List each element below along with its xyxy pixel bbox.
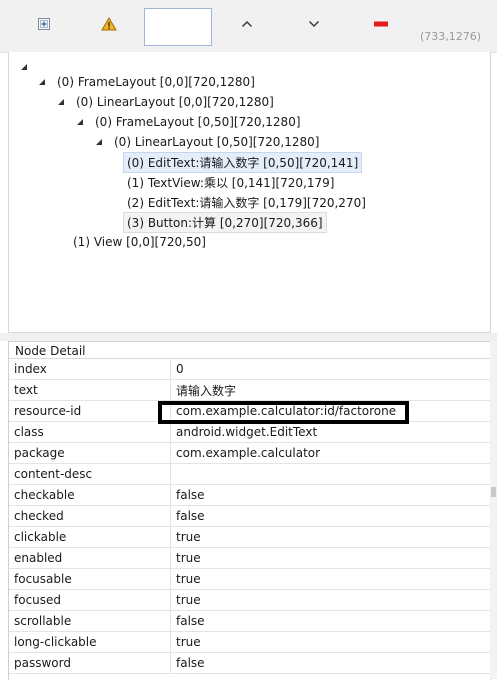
property-key: long-clickable (9, 631, 171, 653)
property-row[interactable]: text 请输入数字 (9, 379, 494, 401)
property-row[interactable]: package com.example.calculator (9, 442, 494, 464)
expand-all-icon (38, 18, 50, 30)
property-key: index (9, 359, 171, 380)
minus-icon (374, 21, 388, 27)
expanded-arrow-icon[interactable] (56, 97, 66, 107)
tree-node-label[interactable]: (0) FrameLayout [0,0][720,1280] (53, 73, 259, 91)
tree-node[interactable]: (1) View [0,0][720,50] (69, 233, 210, 251)
toolbar: (733,1276) (0, 0, 497, 53)
expanded-arrow-icon[interactable] (75, 117, 85, 127)
chevron-down-icon (309, 21, 319, 27)
property-row[interactable]: focusable true (9, 568, 494, 590)
property-row[interactable]: checkable false (9, 484, 494, 506)
property-row[interactable]: focused true (9, 589, 494, 611)
clear-button[interactable] (367, 10, 395, 38)
property-row[interactable]: content-desc (9, 463, 494, 485)
property-row[interactable]: index 0 (9, 359, 494, 380)
property-value: android.widget.EditText (170, 421, 494, 443)
tree-node-label[interactable]: (1) TextView:乘以 [0,141][720,179] (123, 172, 338, 193)
property-key: class (9, 421, 171, 443)
property-row[interactable]: long-clickable true (9, 631, 494, 653)
property-value: false (170, 505, 494, 527)
node-detail-title: Node Detail (15, 344, 86, 358)
tree-node-label[interactable]: (2) EditText:请输入数字 [0,179][720,270] (123, 192, 370, 213)
detail-scrollbar[interactable] (490, 341, 497, 679)
property-row[interactable]: password false (9, 652, 494, 674)
property-row[interactable]: scrollable false (9, 610, 494, 632)
property-value: true (170, 526, 494, 548)
property-key: focusable (9, 568, 171, 590)
node-detail-panel: Node Detail index 0 text 请输入数字 resource-id… (8, 341, 494, 680)
tree-node-label[interactable]: (0) FrameLayout [0,50][720,1280] (91, 113, 305, 131)
property-value: true (170, 547, 494, 569)
property-key: package (9, 442, 171, 464)
tree-node[interactable]: (1) TextView:乘以 [0,141][720,179] (123, 173, 338, 191)
tree-node-label[interactable]: (0) LinearLayout [0,50][720,1280] (110, 133, 323, 151)
property-row[interactable]: resource-id com.example.calculator:id/fac… (9, 400, 494, 422)
property-value: 请输入数字 (170, 379, 494, 401)
hierarchy-tree: (0) FrameLayout [0,0][720,1280] (0) Line… (8, 52, 491, 333)
property-key: password (9, 652, 171, 674)
property-value: false (170, 484, 494, 506)
property-row[interactable]: clickable true (9, 526, 494, 548)
property-value: com.example.calculator:id/factorone (170, 400, 494, 422)
property-value (170, 463, 494, 485)
warning-icon (101, 17, 117, 31)
tree-node-label[interactable]: (0) LinearLayout [0,0][720,1280] (72, 93, 278, 111)
expanded-arrow-icon[interactable] (94, 137, 104, 147)
search-input[interactable] (144, 8, 212, 46)
property-key: content-desc (9, 463, 171, 485)
tree-node[interactable]: (0) FrameLayout [0,50][720,1280] (75, 113, 305, 131)
scrollbar-thumb[interactable] (491, 487, 496, 497)
tree-node[interactable]: (0) FrameLayout [0,0][720,1280] (37, 73, 259, 91)
property-value: true (170, 589, 494, 611)
tree-node[interactable]: (0) LinearLayout [0,0][720,1280] (56, 93, 278, 111)
chevron-up-icon (242, 21, 252, 27)
property-value: false (170, 652, 494, 674)
property-table: index 0 text 请输入数字 resource-id com.example.… (9, 359, 494, 674)
property-row[interactable]: checked false (9, 505, 494, 527)
coordinates-readout: (733,1276) (420, 30, 482, 43)
property-value: true (170, 631, 494, 653)
expand-all-button[interactable] (30, 10, 58, 38)
next-button[interactable] (300, 10, 328, 38)
tree-node[interactable]: (2) EditText:请输入数字 [0,179][720,270] (123, 193, 370, 211)
panel-splitter[interactable] (0, 333, 497, 341)
tree-node[interactable]: (0) LinearLayout [0,50][720,1280] (94, 133, 323, 151)
tree-node-selected[interactable]: (0) EditText:请输入数字 [0,50][720,141] (123, 151, 363, 173)
property-key: text (9, 379, 171, 401)
property-key: focused (9, 589, 171, 611)
property-key: scrollable (9, 610, 171, 632)
property-key: checkable (9, 484, 171, 506)
property-row[interactable]: enabled true (9, 547, 494, 569)
warning-button[interactable] (95, 10, 123, 38)
tree-node-label[interactable]: (1) View [0,0][720,50] (69, 233, 210, 251)
tree-node-label[interactable]: (3) Button:计算 [0,270][720,366] (123, 211, 327, 233)
property-value: true (170, 568, 494, 590)
property-key: checked (9, 505, 171, 527)
expanded-arrow-icon[interactable] (37, 77, 47, 87)
tree-node[interactable]: (3) Button:计算 [0,270][720,366] (123, 211, 327, 233)
previous-button[interactable] (233, 10, 261, 38)
expanded-arrow-icon[interactable] (19, 62, 29, 72)
property-key: enabled (9, 547, 171, 569)
property-row[interactable]: class android.widget.EditText (9, 421, 494, 443)
property-value: false (170, 610, 494, 632)
property-value: com.example.calculator (170, 442, 494, 464)
property-key: resource-id (9, 400, 171, 422)
property-key: clickable (9, 526, 171, 548)
property-value: 0 (170, 359, 494, 380)
tree-node-label[interactable]: (0) EditText:请输入数字 [0,50][720,141] (123, 151, 363, 173)
tree-root[interactable] (19, 58, 35, 76)
